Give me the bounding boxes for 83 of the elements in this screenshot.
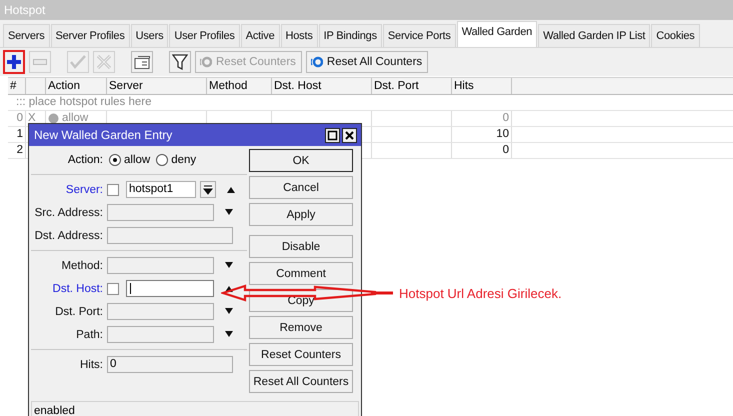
field-label: Dst. Port: xyxy=(54,306,103,318)
tab[interactable]: Cookies xyxy=(651,24,700,47)
dialog-button[interactable]: Cancel xyxy=(249,176,353,199)
input-field[interactable] xyxy=(107,204,214,221)
hits-text: 0 xyxy=(452,111,512,126)
tab[interactable]: Users xyxy=(130,24,168,47)
dialog-button[interactable]: Disable xyxy=(249,235,353,258)
radio-option[interactable]: allow xyxy=(109,154,150,166)
dialog-button[interactable]: Reset All Counters xyxy=(249,370,353,393)
input-field[interactable]: 0 xyxy=(107,356,233,373)
field-label: Src. Address: xyxy=(34,206,103,218)
note-icon xyxy=(134,55,150,69)
radio-option[interactable]: deny xyxy=(156,154,196,166)
row-number: 0 xyxy=(8,111,26,126)
column-header[interactable]: Server xyxy=(107,78,207,94)
action-text: allow xyxy=(62,111,88,126)
tab[interactable]: Servers xyxy=(3,24,50,47)
dialog-button[interactable]: Reset Counters xyxy=(249,343,353,366)
field-label: Dst. Address: xyxy=(34,230,103,242)
plus-icon xyxy=(7,55,21,69)
dropdown-button[interactable] xyxy=(200,181,216,198)
add-button[interactable] xyxy=(3,50,25,74)
field-label: Action: xyxy=(66,154,103,166)
dialog-button[interactable]: OK xyxy=(249,149,353,172)
checkbox[interactable] xyxy=(107,282,119,294)
tab[interactable]: Hosts xyxy=(280,24,318,47)
maximize-icon[interactable] xyxy=(325,128,340,142)
dialog-title: New Walled Garden Entry xyxy=(34,128,172,142)
row-number: 2 xyxy=(8,143,26,158)
counter-button[interactable]: Reset All Counters xyxy=(306,51,428,73)
close-icon[interactable] xyxy=(342,128,357,142)
tab[interactable]: Walled Garden xyxy=(456,21,538,47)
dialog-button[interactable]: Comment xyxy=(249,262,353,285)
tab[interactable]: Walled Garden IP List xyxy=(538,24,650,47)
input-field[interactable] xyxy=(107,257,214,274)
down-arrow-icon[interactable] xyxy=(224,209,234,216)
field-label: Method: xyxy=(60,260,103,272)
cross-icon xyxy=(97,55,111,69)
tab[interactable]: Active xyxy=(240,24,280,47)
comment-button[interactable] xyxy=(131,51,153,73)
annotation-text: Hotspot Url Adresi Girilecek. xyxy=(399,286,562,300)
column-header[interactable]: Dst. Port xyxy=(372,78,452,94)
comment-row: ::: place hotspot rules here xyxy=(8,95,733,111)
input-field[interactable] xyxy=(107,227,233,244)
up-arrow-icon[interactable] xyxy=(224,285,234,292)
down-arrow-icon[interactable] xyxy=(224,308,234,315)
field-label: Hits: xyxy=(79,358,103,370)
tab[interactable]: Server Profiles xyxy=(50,24,130,47)
row-number: 1 xyxy=(8,127,26,142)
filter-button[interactable] xyxy=(169,51,191,73)
down-arrow-icon[interactable] xyxy=(224,262,234,269)
ring-icon xyxy=(310,56,323,68)
hits-text: 10 xyxy=(452,127,512,142)
ring-icon xyxy=(200,56,212,68)
tab[interactable]: IP Bindings xyxy=(318,24,382,47)
check-icon xyxy=(70,55,86,69)
dialog-button[interactable]: Apply xyxy=(249,203,353,226)
column-header[interactable]: # xyxy=(8,78,26,94)
checkbox[interactable] xyxy=(107,184,119,196)
input-field[interactable] xyxy=(107,303,214,320)
tab[interactable]: User Profiles xyxy=(169,24,240,47)
hits-text: 0 xyxy=(452,143,512,158)
window-title: Hotspot xyxy=(3,2,46,19)
status-text: X xyxy=(28,111,36,126)
input-field[interactable] xyxy=(126,280,214,297)
column-header[interactable]: Method xyxy=(207,78,272,94)
minus-icon xyxy=(33,59,47,65)
input-field[interactable]: hotspot1 xyxy=(126,181,196,198)
circle-icon xyxy=(48,113,59,124)
field-label: Dst. Host: xyxy=(52,282,103,294)
down-arrow-icon[interactable] xyxy=(224,331,234,338)
dialog-button[interactable]: Remove xyxy=(249,316,353,339)
field-label: Server: xyxy=(64,184,103,196)
column-header[interactable]: Dst. Host xyxy=(272,78,372,94)
column-header[interactable]: Action xyxy=(46,78,107,94)
column-header[interactable]: Hits xyxy=(452,78,512,94)
input-field[interactable] xyxy=(107,326,214,343)
up-arrow-icon[interactable] xyxy=(226,186,236,193)
field-label: Path: xyxy=(75,328,103,340)
filter-icon xyxy=(172,54,188,70)
tab[interactable]: Service Ports xyxy=(382,24,456,47)
status-bar: enabled xyxy=(31,401,359,416)
caret-icon xyxy=(203,184,213,194)
